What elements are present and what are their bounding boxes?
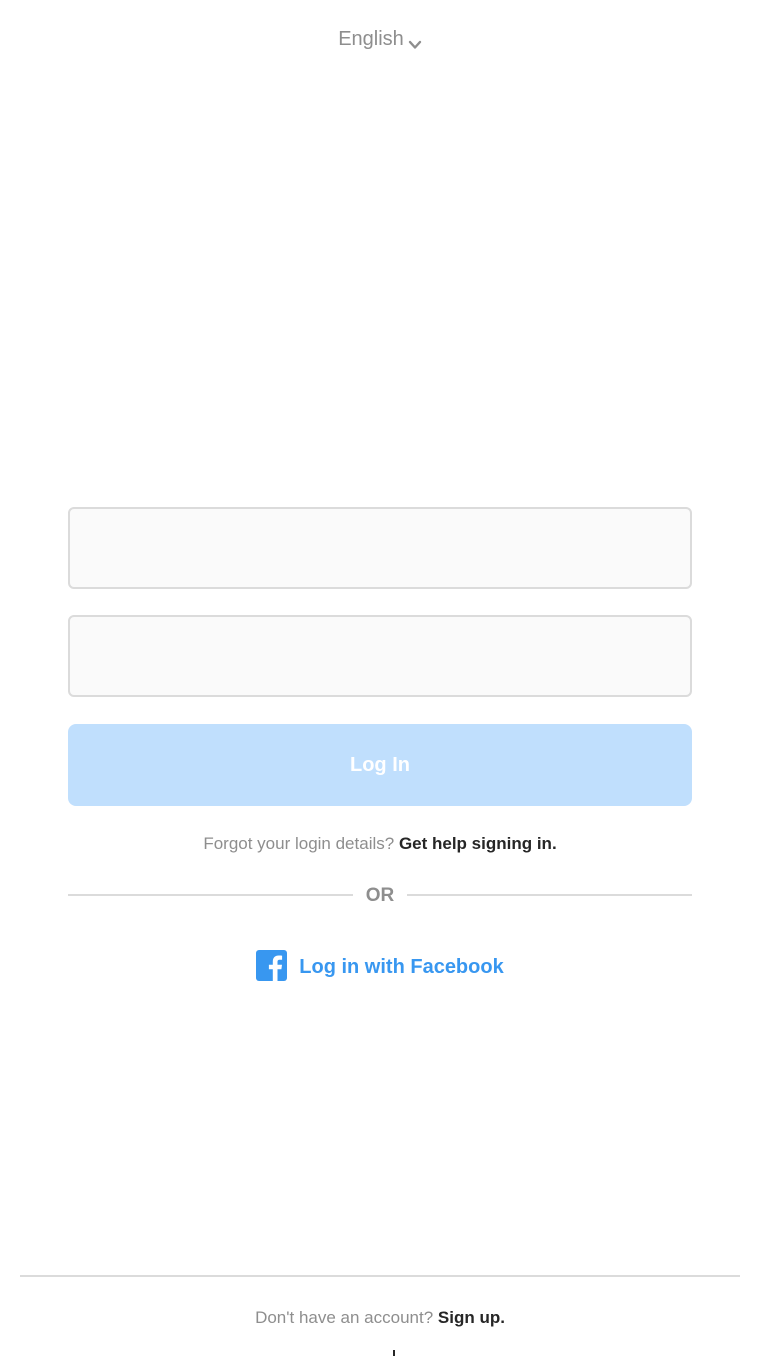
password-field[interactable]: [68, 615, 692, 697]
login-page: English Log In Forgot your login details…: [0, 0, 760, 1356]
get-help-link[interactable]: Get help signing in.: [399, 834, 557, 853]
language-selector[interactable]: English: [0, 24, 760, 54]
username-field[interactable]: [68, 507, 692, 589]
signup-row: Don't have an account? Sign up.: [0, 1306, 760, 1330]
chevron-down-icon: [408, 31, 422, 49]
facebook-login-button[interactable]: Log in with Facebook: [256, 949, 504, 984]
language-label: English: [338, 28, 404, 50]
or-label: OR: [365, 885, 395, 906]
facebook-login-row: Log in with Facebook: [0, 949, 760, 984]
footer-divider: [20, 1275, 740, 1277]
signup-link[interactable]: Sign up.: [438, 1308, 505, 1327]
signup-prompt: Don't have an account?: [255, 1308, 434, 1327]
divider-line-right: [407, 894, 692, 896]
login-button[interactable]: Log In: [68, 724, 692, 806]
facebook-login-label: Log in with Facebook: [299, 956, 504, 978]
bottom-edge-mark: [393, 1350, 395, 1356]
or-divider: OR: [68, 884, 692, 908]
facebook-icon: [256, 949, 288, 981]
help-signin-row: Forgot your login details? Get help sign…: [0, 832, 760, 856]
help-prompt: Forgot your login details?: [203, 834, 395, 853]
